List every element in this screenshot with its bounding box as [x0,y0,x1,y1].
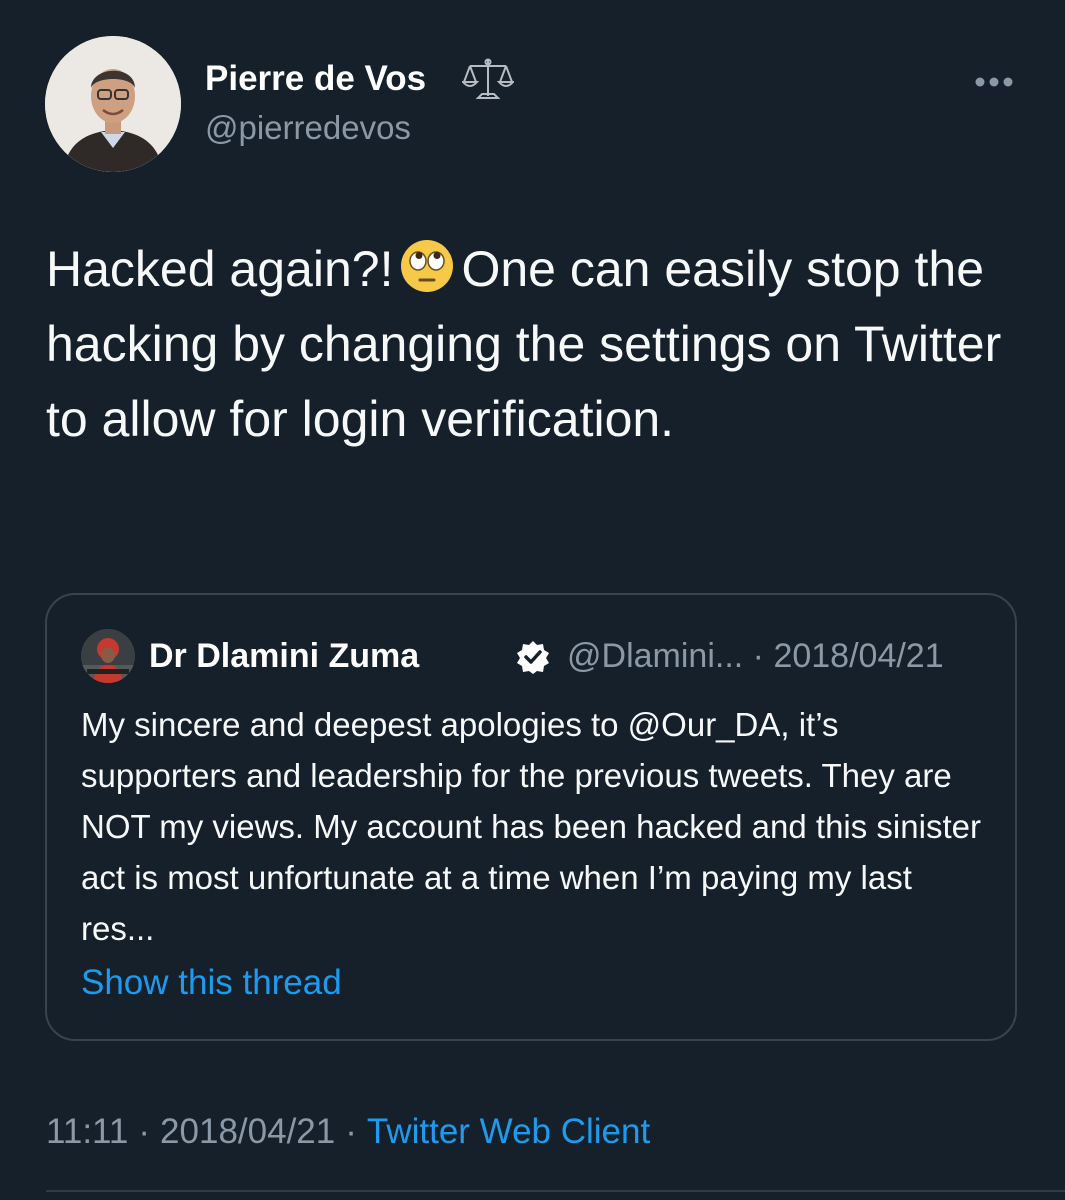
divider [46,1190,1065,1192]
quoted-tweet-meta: @Dlamini... · 2018/04/21 [567,635,944,677]
more-options-icon[interactable] [966,62,1022,102]
scales-icon [462,58,514,99]
face-with-rolling-eyes-emoji-icon [401,240,454,292]
footer-separator: · [345,1112,357,1151]
show-thread-link[interactable]: Show this thread [81,961,342,1005]
author-avatar[interactable] [45,36,181,172]
tweet-client-link[interactable]: Twitter Web Client [367,1112,650,1151]
quoted-author-name[interactable]: Dr Dlamini Zuma [149,635,419,677]
tweet-footer: 11:11 · 2018/04/21 · Twitter Web Client [46,1110,650,1154]
tweet-date[interactable]: 2018/04/21 [160,1112,335,1151]
quoted-tweet-text: My sincere and deepest apologies to @Our… [81,706,981,947]
footer-separator: · [138,1112,151,1151]
meta-separator: · [752,637,764,675]
author-handle[interactable]: @pierredevos [205,108,411,148]
verified-badge-icon [517,641,549,674]
quoted-author-handle[interactable]: @Dlamini... [567,637,743,675]
quoted-tweet-date[interactable]: 2018/04/21 [773,637,943,675]
tweet-detail: Pierre de Vos @pierredevos Hacked again?… [0,0,1065,1200]
quoted-tweet-card[interactable]: Dr Dlamini Zuma @Dlamini... · 2018/04/21… [45,593,1017,1041]
author-display-name[interactable]: Pierre de Vos [205,58,426,100]
tweet-text-part-1: Hacked again?! [46,241,394,297]
tweet-text: Hacked again?! One can easily stop the h… [46,232,1006,457]
tweet-time[interactable]: 11:11 [46,1112,128,1151]
quoted-author-avatar[interactable] [81,629,135,683]
